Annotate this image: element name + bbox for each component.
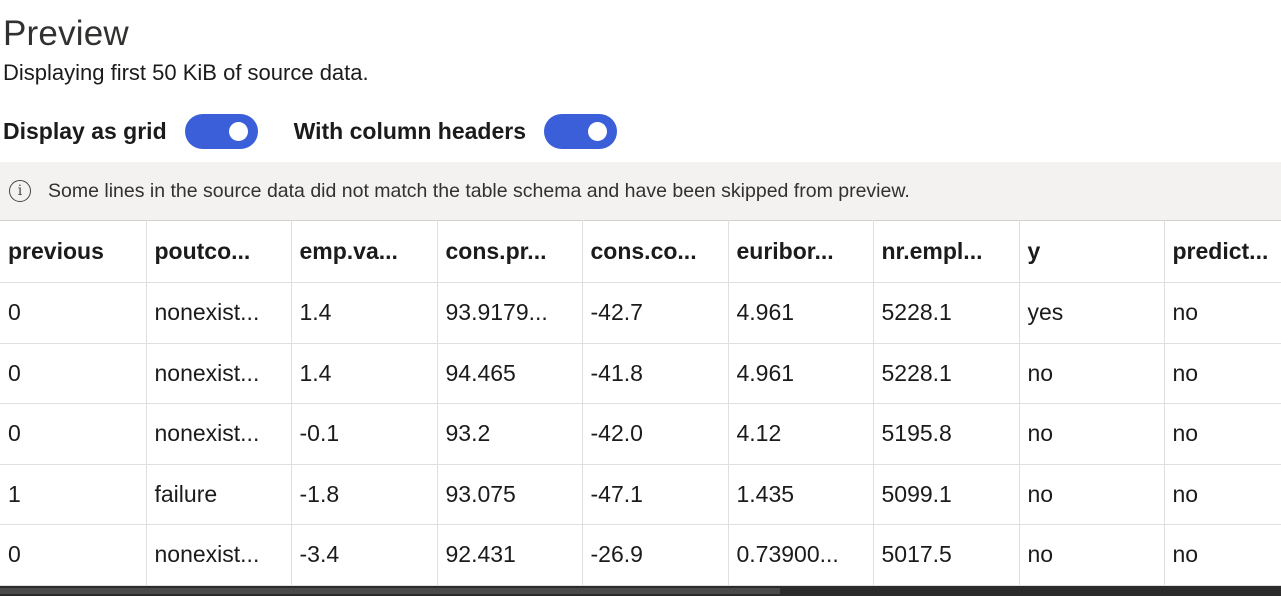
toggle-knob (588, 121, 608, 141)
scrollbar-thumb[interactable] (0, 588, 780, 594)
display-as-grid-toggle[interactable] (184, 113, 258, 149)
info-icon: i (9, 180, 31, 202)
table-cell: nonexist... (145, 282, 292, 344)
schema-warning-text: Some lines in the source data did not ma… (48, 179, 910, 202)
display-as-grid-toggle-group: Display as grid (3, 113, 258, 149)
table-cell: no (1163, 463, 1281, 525)
table-row: 0 nonexist... -0.1 93.2 -42.0 4.12 5195.… (0, 403, 1281, 465)
column-header[interactable]: poutco... (145, 220, 292, 283)
preview-grid[interactable]: previous poutco... emp.va... cons.pr... … (0, 220, 1281, 586)
header-row: previous poutco... emp.va... cons.pr... … (0, 220, 1281, 283)
table-row: 0 nonexist... 1.4 93.9179... -42.7 4.961… (0, 282, 1281, 344)
table-cell: 1.435 (727, 463, 874, 525)
table-cell: 5228.1 (872, 282, 1020, 344)
table-cell: 0 (0, 282, 147, 344)
table-cell: 92.431 (436, 524, 583, 586)
column-header[interactable]: cons.co... (581, 220, 729, 283)
table-row: 0 nonexist... 1.4 94.465 -41.8 4.961 522… (0, 342, 1281, 404)
page-title: Preview (3, 14, 129, 53)
table-cell: 5195.8 (872, 403, 1020, 465)
table-cell: 1.4 (290, 282, 438, 344)
table-cell: no (1163, 342, 1281, 404)
table-cell: 4.961 (727, 342, 874, 404)
table-cell: -41.8 (581, 342, 729, 404)
table-cell: 1.4 (290, 342, 438, 404)
table-cell: -3.4 (290, 524, 438, 586)
table-cell: 0.73900... (727, 524, 874, 586)
table-row: 0 nonexist... -3.4 92.431 -26.9 0.73900.… (0, 524, 1281, 586)
toggle-knob (228, 121, 248, 141)
table-cell: 93.075 (436, 463, 583, 525)
table-cell: -0.1 (290, 403, 438, 465)
column-header[interactable]: emp.va... (290, 220, 438, 283)
table-cell: no (1018, 463, 1165, 525)
table-cell: yes (1018, 282, 1165, 344)
table-cell: 5017.5 (872, 524, 1020, 586)
table-cell: nonexist... (145, 342, 292, 404)
table-cell: no (1163, 282, 1281, 344)
column-headers-toggle-group: With column headers (293, 113, 618, 149)
table-cell: -47.1 (581, 463, 729, 525)
table-cell: 4.961 (727, 282, 874, 344)
table-cell: no (1018, 342, 1165, 404)
table-cell: -42.0 (581, 403, 729, 465)
column-headers-label: With column headers (293, 117, 527, 144)
table-cell: 0 (0, 342, 147, 404)
table-row: 1 failure -1.8 93.075 -47.1 1.435 5099.1… (0, 463, 1281, 525)
table-cell: 94.465 (436, 342, 583, 404)
column-header[interactable]: y (1018, 220, 1165, 283)
column-headers-toggle[interactable] (544, 113, 618, 149)
toggle-bar: Display as grid With column headers (3, 111, 618, 151)
table-cell: no (1163, 524, 1281, 586)
table-cell: nonexist... (145, 524, 292, 586)
table-cell: 5228.1 (872, 342, 1020, 404)
column-header[interactable]: nr.empl... (872, 220, 1020, 283)
table-cell: -1.8 (290, 463, 438, 525)
schema-warning-bar: i Some lines in the source data did not … (0, 162, 1281, 220)
column-header[interactable]: previous (0, 220, 147, 283)
table-cell: 93.9179... (436, 282, 583, 344)
table-cell: no (1018, 524, 1165, 586)
table-cell: failure (145, 463, 292, 525)
table-cell: 0 (0, 524, 147, 586)
table-cell: nonexist... (145, 403, 292, 465)
table-cell: 4.12 (727, 403, 874, 465)
table-cell: -42.7 (581, 282, 729, 344)
column-header[interactable]: cons.pr... (436, 220, 583, 283)
table-cell: no (1018, 403, 1165, 465)
preview-table: previous poutco... emp.va... cons.pr... … (0, 220, 1281, 586)
table-cell: 93.2 (436, 403, 583, 465)
display-as-grid-label: Display as grid (3, 117, 167, 144)
table-cell: -26.9 (581, 524, 729, 586)
table-cell: 5099.1 (872, 463, 1020, 525)
table-cell: 0 (0, 403, 147, 465)
column-header[interactable]: predict... (1163, 220, 1281, 283)
table-cell: 1 (0, 463, 147, 525)
table-cell: no (1163, 403, 1281, 465)
page-subtitle: Displaying first 50 KiB of source data. (3, 60, 369, 85)
column-header[interactable]: euribor... (727, 220, 874, 283)
horizontal-scrollbar[interactable] (0, 586, 1281, 596)
